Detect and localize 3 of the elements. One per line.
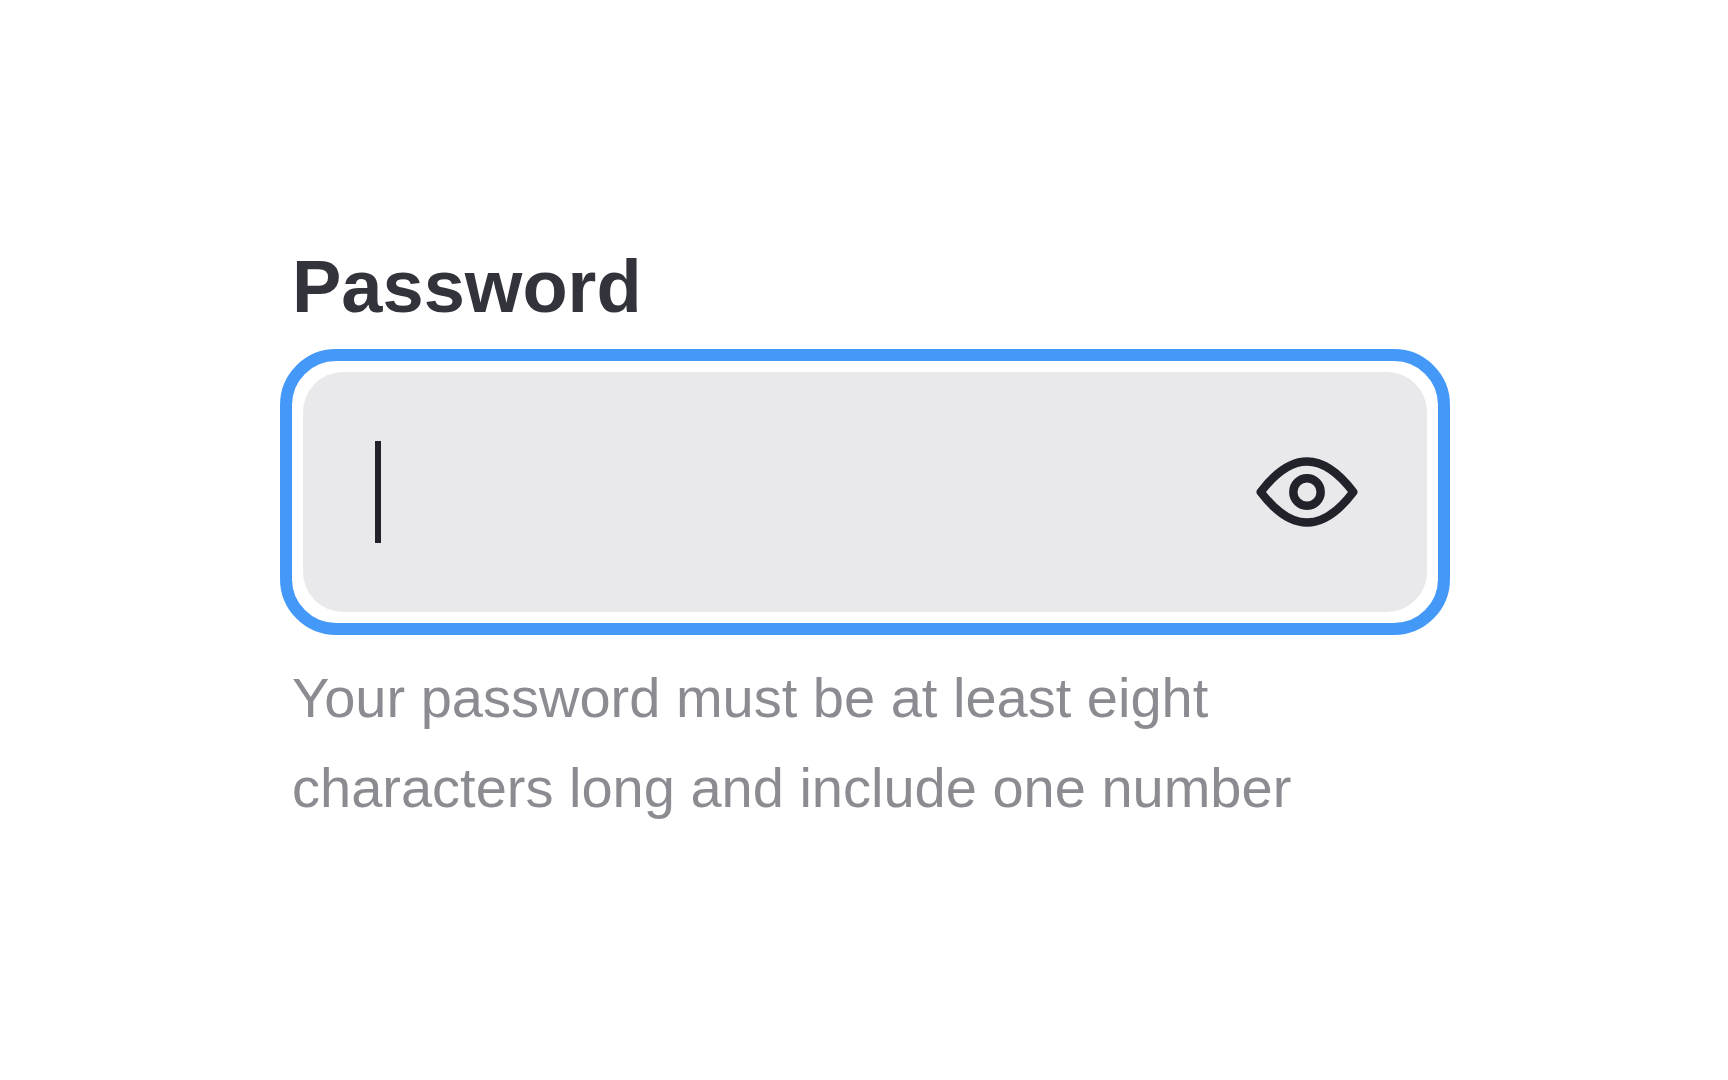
field-label: Password <box>292 246 643 328</box>
password-field[interactable] <box>280 349 1450 636</box>
helper-text: Your password must be at least eight characters long and include one number <box>292 665 1293 822</box>
